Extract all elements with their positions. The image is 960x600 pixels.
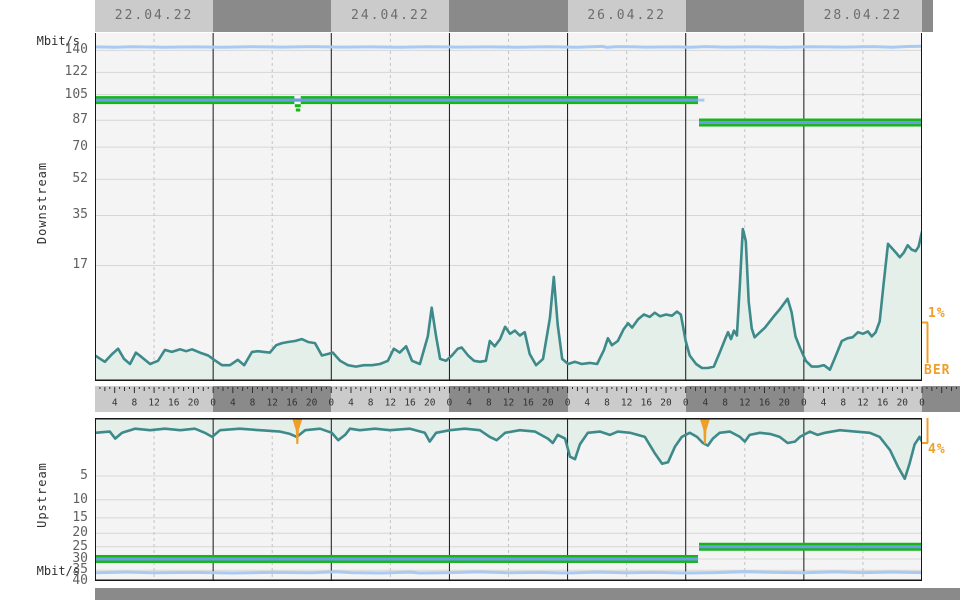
date-header-segment (922, 0, 933, 32)
resync-fallback-mark (296, 108, 300, 111)
hour-label: 0 (447, 398, 453, 409)
upstream-ytick: 15 (0, 511, 88, 525)
hour-label: 16 (641, 398, 653, 409)
hour-label: 8 (486, 398, 492, 409)
hour-label: 20 (897, 398, 909, 409)
date-header-segment (213, 0, 331, 32)
hour-label: 0 (683, 398, 689, 409)
downstream-ytick: 140 (0, 43, 88, 57)
hour-label: 8 (250, 398, 256, 409)
hour-label: 0 (801, 398, 807, 409)
hour-label: 16 (168, 398, 180, 409)
hour-label: 20 (542, 398, 554, 409)
max-rate-line (95, 572, 922, 573)
hour-label: 8 (132, 398, 138, 409)
date-header-segment: 24.04.22 (331, 0, 449, 32)
date-header-segment (449, 0, 567, 32)
downstream-ytick: 17 (0, 258, 88, 272)
hour-label: 12 (266, 398, 277, 409)
hour-label: 4 (703, 398, 709, 409)
date-header-segment: 22.04.22 (95, 0, 213, 32)
resync-fallback-mark (295, 104, 301, 107)
downstream-ytick: 87 (0, 113, 88, 127)
date-header-segment: 28.04.22 (804, 0, 922, 32)
upstream-ytick: 10 (0, 493, 88, 507)
downstream-ytick: 70 (0, 140, 88, 154)
time-axis-ruler: 4 8 12 16 20 0 4 8 12 16 20 0 4 8 12 16 20 0 4 8 12 16 20 0 4 8 12… (95, 386, 960, 412)
hour-label: 16 (877, 398, 889, 409)
hour-label: 20 (188, 398, 200, 409)
hour-label: 16 (759, 398, 771, 409)
hour-label: 16 (522, 398, 534, 409)
sync-rate-core (699, 545, 922, 548)
sync-rate-core (95, 557, 698, 560)
hour-label: 20 (306, 398, 318, 409)
hour-label: 8 (722, 398, 728, 409)
hour-label: 20 (424, 398, 436, 409)
hour-label: 4 (348, 398, 354, 409)
hour-label: 0 (210, 398, 216, 409)
downstream-svg (95, 33, 922, 381)
ber-1pct-label: 1% (928, 306, 946, 321)
hour-label: 8 (840, 398, 846, 409)
hour-label: 12 (621, 398, 632, 409)
hour-label: 16 (286, 398, 298, 409)
sync-rate-core (699, 121, 922, 124)
hour-label: 0 (919, 398, 925, 409)
hour-label: 12 (148, 398, 159, 409)
hour-label: 4 (230, 398, 236, 409)
hour-label: 12 (739, 398, 750, 409)
downstream-ytick: 105 (0, 88, 88, 102)
hour-label: 4 (112, 398, 118, 409)
hour-label: 20 (660, 398, 672, 409)
upstream-ytick: 5 (0, 469, 88, 483)
downstream-chart (95, 33, 922, 381)
ber-axis-label: BER (924, 363, 950, 378)
hour-label: 12 (385, 398, 396, 409)
hour-label: 0 (328, 398, 334, 409)
date-header-segment: 26.04.22 (568, 0, 686, 32)
hour-label: 4 (584, 398, 590, 409)
hour-label: 8 (368, 398, 374, 409)
date-header-segment (686, 0, 804, 32)
dsl-bandwidth-monitor: 22.04.2224.04.2226.04.2228.04.22 Mbit/s … (0, 0, 960, 600)
hour-label: 12 (503, 398, 514, 409)
upstream-svg (95, 418, 922, 581)
upstream-chart (95, 418, 922, 581)
time-axis: 4 8 12 16 20 0 4 8 12 16 20 0 4 8 12 16 20 0 4 8 12 16 20 0 4 8 12… (95, 386, 960, 412)
hour-label: 12 (857, 398, 868, 409)
hour-label: 16 (404, 398, 416, 409)
footer-bar (95, 588, 960, 600)
hour-label: 4 (466, 398, 472, 409)
old-rate-stub (698, 99, 704, 102)
ber-4pct-label: 4% (928, 442, 946, 457)
hour-label: 20 (778, 398, 790, 409)
hour-label: 8 (604, 398, 610, 409)
downstream-ytick: 122 (0, 65, 88, 79)
hour-label: 4 (821, 398, 827, 409)
downstream-ytick: 52 (0, 172, 88, 186)
downstream-axis-title: Downstream (35, 143, 49, 263)
downstream-ytick: 35 (0, 208, 88, 222)
hour-label: 0 (565, 398, 571, 409)
sync-rate-core (95, 99, 698, 102)
upstream-ytick: 40 (0, 574, 88, 588)
max-rate-line (95, 46, 922, 47)
